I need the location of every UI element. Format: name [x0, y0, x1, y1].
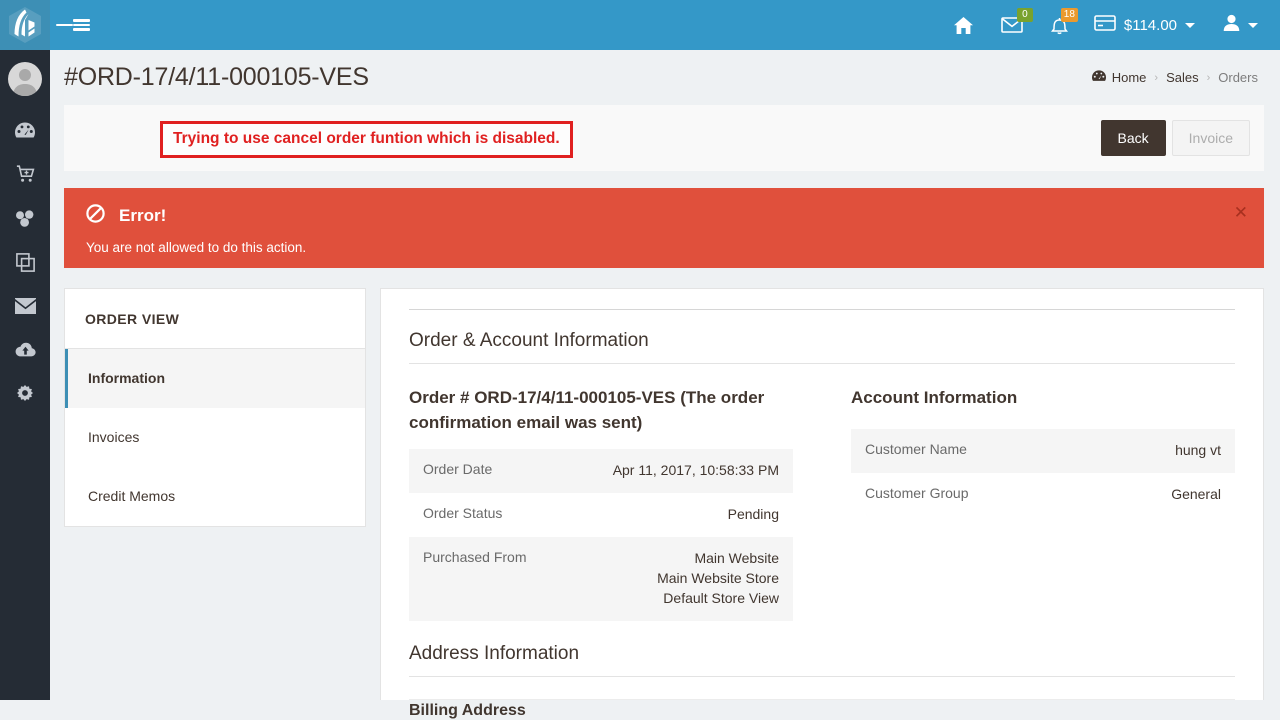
order-information-column: Order # ORD-17/4/11-000105-VES (The orde… — [409, 386, 793, 621]
top-header-bar: 0 18 $114.00 — [0, 0, 1280, 50]
order-information-inner-panel: Order & Account Information Order # ORD-… — [409, 309, 1235, 719]
sidebar-item-content[interactable] — [0, 240, 50, 284]
order-view-tab-invoices[interactable]: Invoices — [65, 408, 365, 467]
row-value-customer-name: hung vt — [1175, 441, 1221, 458]
breadcrumb-link-sales[interactable]: Sales — [1166, 70, 1199, 85]
hamburger-bar — [73, 28, 90, 31]
row-value-order-status: Pending — [727, 506, 779, 523]
error-alert-title-row: Error! — [86, 204, 1244, 228]
user-avatar-icon — [8, 62, 42, 96]
breadcrumb-link-home[interactable]: Home — [1112, 70, 1147, 85]
breadcrumb-separator: › — [1206, 71, 1211, 84]
messages-badge: 0 — [1016, 8, 1033, 22]
chevron-down-icon — [1248, 22, 1258, 28]
breadcrumb-home[interactable]: Home — [1091, 70, 1147, 85]
products-boxes-icon — [15, 209, 36, 227]
cart-total-menu[interactable]: $114.00 — [1082, 0, 1207, 50]
section-title-order-account: Order & Account Information — [409, 330, 1235, 364]
row-label-order-date: Order Date — [423, 461, 493, 478]
content-pages-icon — [15, 252, 35, 272]
account-information-heading: Account Information — [851, 388, 1018, 407]
table-row: Purchased From Main Website Main Website… — [409, 537, 793, 621]
ban-circle-icon — [86, 204, 105, 228]
user-avatar-icon — [1223, 14, 1240, 36]
row-label-customer-group: Customer Group — [865, 484, 969, 501]
table-row: Customer Name hung vt — [851, 428, 1235, 473]
order-account-columns: Order # ORD-17/4/11-000105-VES (The orde… — [409, 364, 1235, 621]
row-value-customer-group: General — [1171, 485, 1221, 502]
app-logo[interactable] — [0, 0, 50, 50]
home-icon[interactable] — [940, 0, 987, 50]
order-view-tab-information[interactable]: Information — [65, 349, 365, 408]
breadcrumb: Home › Sales › Orders — [1091, 70, 1280, 85]
billing-address-heading: Billing Address — [409, 701, 526, 719]
account-menu[interactable] — [1207, 0, 1268, 50]
row-label-customer-name: Customer Name — [865, 440, 967, 457]
messages-icon[interactable]: 0 — [987, 0, 1037, 50]
cloud-upload-icon — [15, 342, 36, 358]
account-information-column: Account Information Customer Name hung v… — [851, 386, 1235, 621]
page-title: #ORD-17/4/11-000105-VES — [64, 63, 369, 91]
order-view-heading: ORDER VIEW — [65, 289, 365, 349]
sidebar-item-sales[interactable] — [0, 152, 50, 196]
shopping-cart-icon — [16, 165, 35, 183]
breadcrumb-separator: › — [1154, 71, 1159, 84]
table-row: Order Status Pending — [409, 493, 793, 537]
order-view-panel: ORDER VIEW Information Invoices Credit M… — [64, 288, 366, 527]
annotation-callout: Trying to use cancel order funtion which… — [160, 121, 573, 158]
account-information-table: Customer Name hung vt Customer Group Gen… — [851, 428, 1235, 517]
left-sidebar-nav — [0, 50, 50, 700]
sidebar-item-stores[interactable] — [0, 372, 50, 416]
envelope-icon — [14, 298, 36, 314]
dashboard-gauge-icon — [1091, 70, 1106, 85]
credit-card-icon — [1094, 15, 1116, 35]
back-button[interactable]: Back — [1100, 119, 1166, 157]
order-information-table: Order Date Apr 11, 2017, 10:58:33 PM Ord… — [409, 449, 793, 621]
sidebar-item-reports[interactable] — [0, 328, 50, 372]
row-label-order-status: Order Status — [423, 505, 503, 522]
row-value-purchased-from: Main Website Main Website Store Default … — [657, 550, 779, 606]
hamburger-menu-icon[interactable] — [50, 0, 96, 50]
page-header: #ORD-17/4/11-000105-VES Home › Sales › O… — [50, 50, 1280, 105]
invoice-button[interactable]: Invoice — [1171, 119, 1250, 157]
sidebar-item-marketing[interactable] — [0, 284, 50, 328]
chevron-down-icon — [1185, 22, 1195, 28]
error-alert-message: You are not allowed to do this action. — [86, 240, 307, 255]
table-row: Customer Group General — [851, 473, 1235, 517]
close-icon[interactable]: ✕ — [1234, 204, 1248, 221]
notifications-bell-icon[interactable]: 18 — [1037, 0, 1082, 50]
sidebar-item-catalog[interactable] — [0, 196, 50, 240]
hamburger-bar — [73, 19, 90, 22]
hamburger-bar — [73, 23, 90, 27]
table-row: Order Date Apr 11, 2017, 10:58:33 PM — [409, 449, 793, 494]
toolbar-buttons: Back Invoice — [1100, 119, 1264, 157]
row-label-purchased-from: Purchased From — [423, 549, 527, 566]
magento-logo-icon — [8, 7, 42, 43]
order-view-tab-credit-memos[interactable]: Credit Memos — [65, 467, 365, 526]
error-alert: Error! You are not allowed to do this ac… — [64, 188, 1264, 268]
hamburger-bar — [56, 23, 73, 27]
gear-icon — [16, 385, 34, 403]
notifications-badge: 18 — [1060, 8, 1078, 22]
breadcrumb-current-orders: Orders — [1218, 70, 1258, 85]
dashboard-gauge-icon — [15, 122, 35, 139]
order-number-heading: Order # ORD-17/4/11-000105-VES (The orde… — [409, 388, 765, 432]
error-alert-title: Error! — [119, 206, 167, 225]
sidebar-item-dashboard[interactable] — [0, 108, 50, 152]
row-value-order-date: Apr 11, 2017, 10:58:33 PM — [612, 462, 779, 479]
cart-total-amount: $114.00 — [1123, 16, 1177, 34]
order-information-card: Order & Account Information Order # ORD-… — [380, 288, 1264, 719]
page-actions-toolbar: Trying to use cancel order funtion which… — [64, 105, 1264, 172]
header-actions: 0 18 $114.00 — [940, 0, 1280, 50]
sidebar-avatar[interactable] — [0, 50, 50, 108]
section-title-address-information: Address Information — [409, 643, 1235, 677]
